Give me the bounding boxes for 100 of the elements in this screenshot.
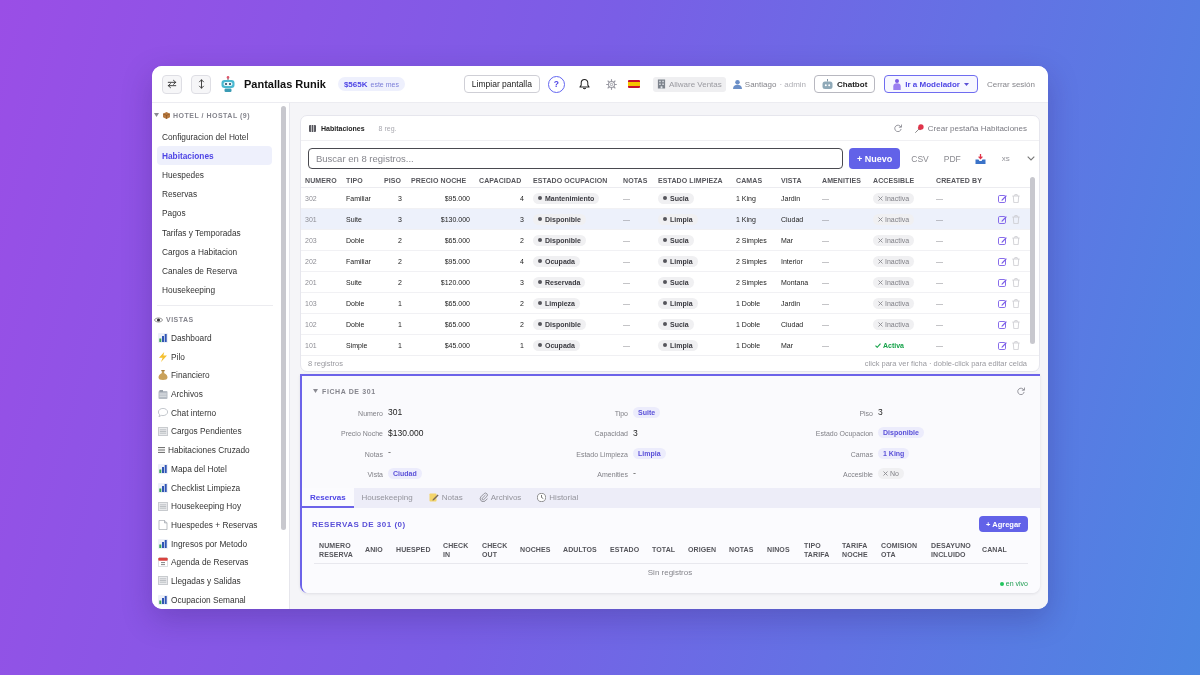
clear-screen-button[interactable]: Limpiar pantalla [463, 75, 540, 93]
scrollbar-thumb[interactable] [281, 106, 286, 530]
company-name: Allware Ventas [668, 79, 722, 89]
flag-icon[interactable] [627, 80, 640, 88]
dot-icon [663, 196, 667, 200]
dot-icon [538, 343, 542, 347]
empty-message: Sin registros [647, 568, 693, 577]
sidebar-item[interactable]: Cargos Pendientes [157, 422, 272, 441]
settings-icon[interactable] [605, 78, 617, 90]
sidebar-item[interactable]: Mapa del Hotel [157, 459, 272, 479]
bar-chart-icon [158, 594, 168, 605]
revenue-amount: $565K [343, 79, 368, 89]
edit-icon[interactable] [998, 193, 1007, 203]
scrollbar-thumb[interactable] [1030, 177, 1035, 344]
user-icon [732, 79, 742, 89]
sidebar-item[interactable]: Habitaciones [157, 146, 272, 166]
dot-icon [663, 280, 667, 284]
pin-icon [914, 123, 924, 133]
sidebar-item[interactable]: Huespedes [157, 165, 272, 185]
clock-icon [537, 492, 547, 502]
sidebar-item[interactable]: Reservas [157, 184, 272, 204]
memo-icon [428, 492, 439, 502]
sidebar-item[interactable]: Financiero [157, 366, 272, 385]
table-icon [309, 124, 316, 132]
field-value: - [633, 467, 636, 478]
dot-icon [663, 343, 667, 347]
field-value: 301 [388, 407, 403, 418]
sidebar-item[interactable]: Ingresos por Metodo [157, 534, 272, 553]
sidebar-item[interactable]: Housekeeping Hoy [157, 496, 272, 516]
field-value: - [388, 447, 391, 457]
edit-icon[interactable] [998, 340, 1007, 350]
edit-icon[interactable] [998, 277, 1007, 287]
robot-icon [221, 76, 235, 92]
caret-icon[interactable] [313, 389, 318, 393]
tab[interactable]: Reservas [302, 488, 354, 508]
sidebar-item[interactable]: Chat interno [157, 403, 272, 423]
sidebar-item[interactable]: Tarifas y Temporadas [157, 222, 272, 243]
file-box-icon [158, 389, 168, 399]
person-icon [893, 78, 902, 90]
speech-bubble-icon [158, 408, 168, 418]
bar-chart-icon [158, 482, 168, 493]
sidebar-item[interactable]: Habitaciones Cruzado [157, 440, 272, 460]
package-icon [163, 111, 170, 119]
sidebar-item[interactable]: Canales de Reserva [157, 261, 272, 281]
dot-icon [538, 301, 542, 305]
edit-icon[interactable] [998, 235, 1007, 245]
refresh-icon[interactable] [893, 124, 902, 132]
bar-chart-icon [158, 333, 168, 344]
export-button[interactable]: PDF [943, 153, 961, 164]
robot-icon [822, 79, 834, 89]
edit-icon[interactable] [998, 298, 1007, 308]
bell-icon[interactable] [578, 78, 590, 90]
caret-icon [964, 82, 969, 86]
help-button[interactable]: ? [547, 75, 565, 93]
sidebar-item[interactable]: Configuracion del Hotel [157, 127, 272, 147]
live-dot-icon [999, 581, 1004, 586]
lined-sheet-icon [158, 426, 168, 436]
logout-link[interactable]: Cerrar sesión [987, 79, 1035, 89]
dot-icon [538, 322, 542, 326]
sidebar-item[interactable]: Housekeeping [157, 280, 272, 300]
dot-icon [538, 238, 542, 242]
sidebar-item[interactable]: Dashboard [157, 328, 272, 348]
dot-icon [538, 280, 542, 284]
sidebar-item[interactable]: Pilo [157, 347, 272, 367]
edit-icon[interactable] [998, 214, 1007, 224]
dot-icon [538, 217, 542, 221]
sidebar-item[interactable]: Checklist Limpieza [157, 478, 272, 497]
modeler-button[interactable]: Ir a Modelador [884, 75, 978, 93]
export-button[interactable]: CSV [911, 153, 929, 164]
new-button[interactable]: + Nuevo [849, 148, 901, 169]
building-icon [656, 79, 666, 89]
create-tab-link[interactable]: Crear pestaña Habitaciones [914, 123, 1027, 133]
sidebar-item[interactable]: Huespedes + Reservas [157, 515, 272, 535]
lines-icon [158, 447, 165, 454]
field-value: 3 [878, 407, 883, 418]
bar-chart-icon [158, 463, 168, 474]
refresh-icon[interactable] [1017, 387, 1025, 395]
sidebar-item[interactable]: Llegadas y Salidas [157, 571, 272, 591]
sidebar-item[interactable]: Ocupacion Semanal [157, 590, 272, 609]
page-icon [158, 519, 168, 530]
search-field[interactable]: Buscar en 8 registros... [308, 148, 843, 169]
sidebar-item[interactable]: Archivos [157, 384, 272, 404]
section-title: RESERVAS DE 301 (0) [312, 519, 406, 529]
paperclip-icon [478, 492, 488, 502]
bar-chart-icon [158, 538, 168, 549]
edit-icon[interactable] [998, 319, 1007, 329]
sidebar-item[interactable]: Agenda de Reservas [157, 552, 272, 572]
edit-icon[interactable] [998, 256, 1007, 266]
toolbar-button[interactable] [191, 74, 211, 94]
chatbot-button[interactable]: Chatbot [814, 75, 876, 93]
vertical-arrows-icon [197, 79, 205, 89]
caret-icon[interactable] [154, 113, 159, 117]
field-value: 3 [633, 427, 638, 438]
sidebar-item[interactable]: Cargos a Habitacion [157, 242, 272, 262]
user-name: Santiago [744, 79, 777, 89]
tray-arrow-icon[interactable] [974, 153, 986, 164]
toolbar-button[interactable] [162, 74, 182, 94]
chevron-down-icon[interactable] [1026, 156, 1035, 161]
sidebar-item[interactable]: Pagos [157, 203, 272, 223]
swap-arrows-icon [167, 79, 177, 89]
